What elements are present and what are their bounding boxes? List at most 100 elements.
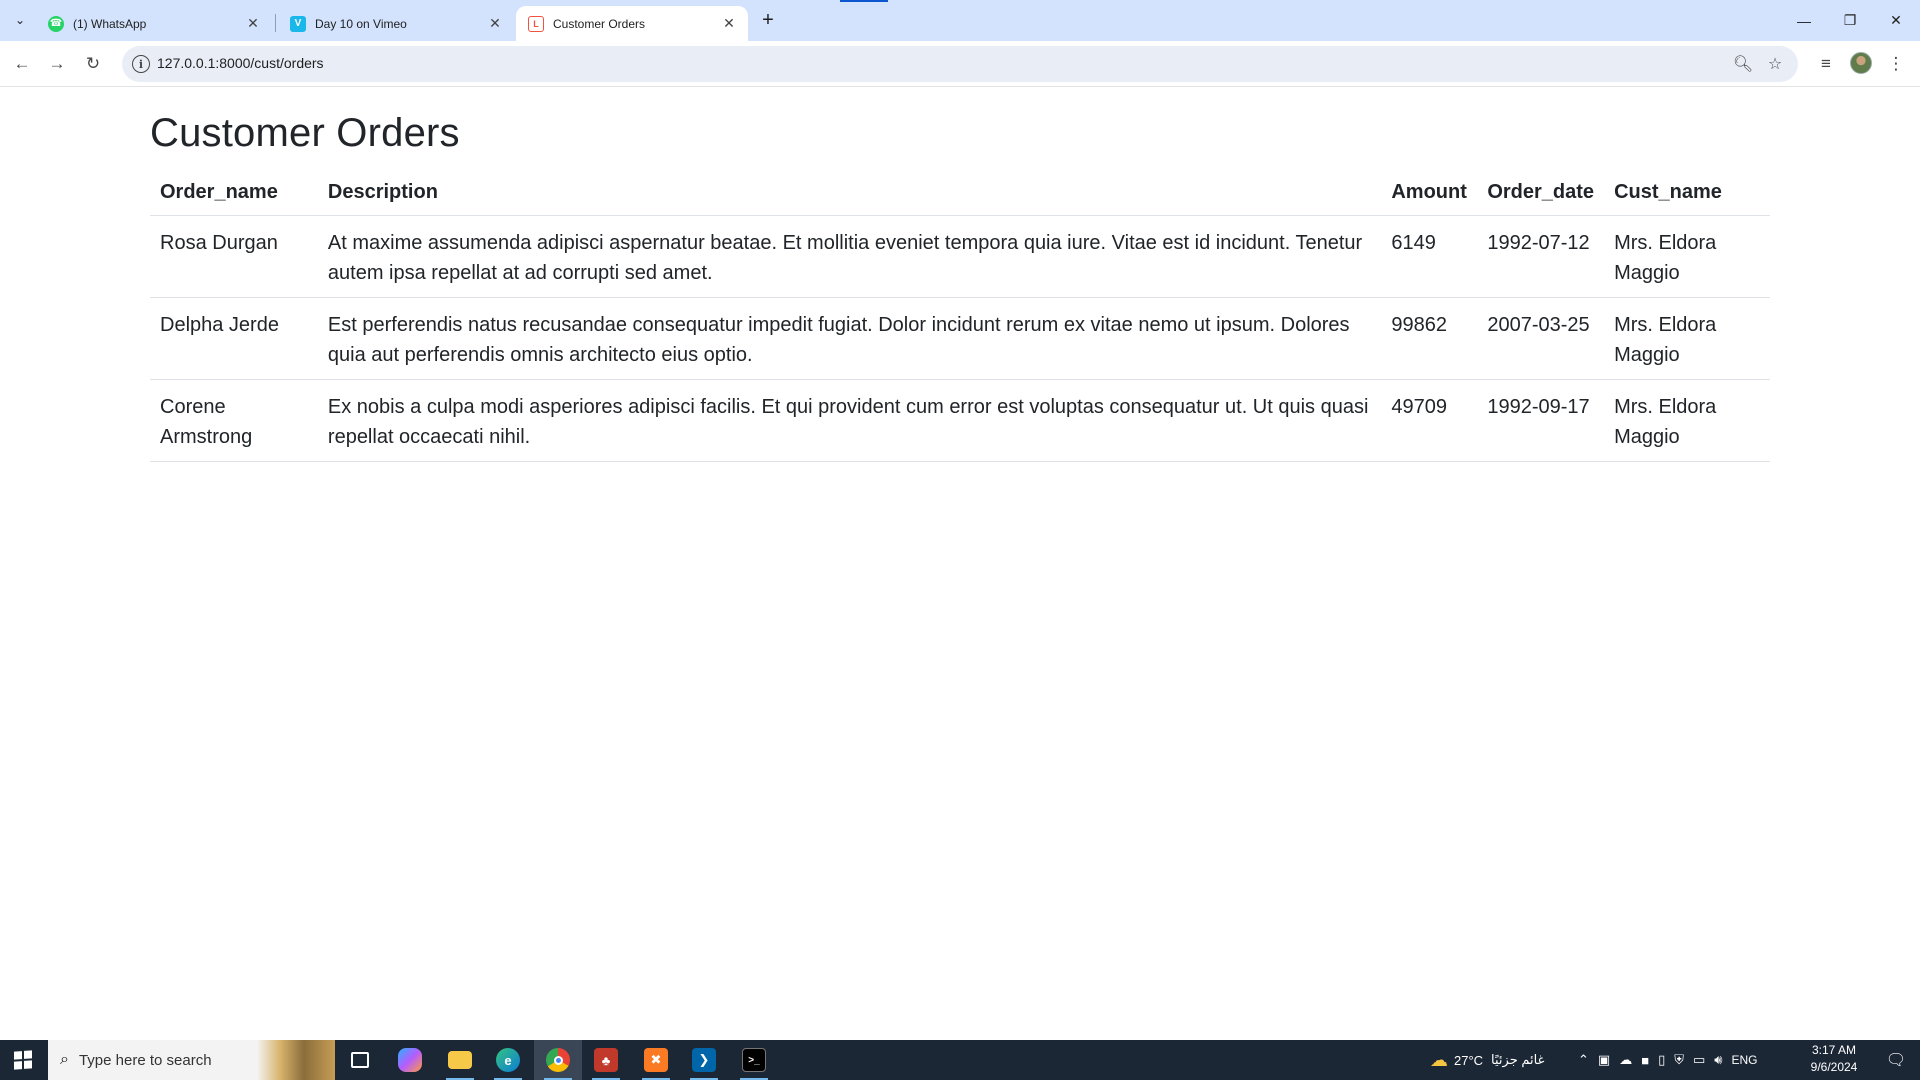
chevron-down-icon: ⌄ — [14, 13, 26, 27]
notifications-button[interactable]: 🗨︎ — [1872, 1040, 1920, 1080]
loading-indicator — [840, 0, 888, 2]
tab-separator — [275, 14, 276, 32]
plus-icon: + — [762, 8, 774, 31]
cell-order-name: Corene Armstrong — [150, 379, 318, 462]
reload-icon: ↻ — [85, 54, 101, 73]
address-bar[interactable]: i 127.0.0.1:8000/cust/orders 🔍︎ ☆ — [122, 46, 1798, 82]
weather-widget[interactable]: ☁ 27°C غائم جزئيًا — [1430, 1040, 1544, 1080]
search-highlight-image — [257, 1040, 335, 1080]
vimeo-icon: V — [290, 15, 306, 32]
laravel-icon: L — [528, 15, 544, 32]
file-explorer-button[interactable] — [436, 1040, 484, 1080]
page-content: Customer Orders Order_name Description A… — [150, 87, 1770, 462]
tab-title: Day 10 on Vimeo — [315, 16, 407, 31]
table-row: Delpha Jerde Est perferendis natus recus… — [150, 297, 1770, 380]
url-text[interactable]: 127.0.0.1:8000/cust/orders — [157, 55, 324, 71]
windows-logo-icon — [14, 1050, 32, 1070]
weather-text: غائم جزئيًا — [1491, 1052, 1545, 1067]
terminal-icon: >_ — [742, 1048, 766, 1072]
cell-cust-name: Mrs. Eldora Maggio — [1604, 379, 1770, 462]
minimize-button[interactable]: — — [1781, 0, 1827, 41]
column-header-amount: Amount — [1381, 169, 1478, 216]
profile-avatar[interactable] — [1850, 52, 1872, 74]
start-button[interactable] — [0, 1040, 46, 1080]
weather-temp: 27°C — [1454, 1052, 1484, 1068]
copilot-icon — [398, 1048, 422, 1072]
xampp-button[interactable]: ✖ — [632, 1040, 680, 1080]
edge-icon: e — [496, 1048, 520, 1072]
cell-amount: 99862 — [1381, 297, 1478, 380]
forward-button[interactable]: → — [41, 48, 73, 80]
menu-button[interactable]: ⋮ — [1880, 48, 1912, 80]
copilot-button[interactable] — [386, 1040, 434, 1080]
weather-icon: ☁ — [1430, 1049, 1448, 1070]
task-view-icon — [351, 1052, 369, 1068]
onedrive-icon[interactable]: ☁ — [1619, 1052, 1632, 1068]
column-header-order-name: Order_name — [150, 169, 318, 216]
edge-button[interactable]: e — [484, 1040, 532, 1080]
chrome-button[interactable] — [534, 1040, 582, 1080]
terminal-button[interactable]: >_ — [730, 1040, 778, 1080]
network-icon[interactable]: ▭ — [1693, 1052, 1705, 1068]
new-tab-button[interactable]: + — [756, 8, 780, 32]
taskbar-clock[interactable]: 3:17 AM 9/6/2024 — [1800, 1042, 1868, 1078]
tab-whatsapp[interactable]: ☎ (1) WhatsApp ✕ — [36, 6, 272, 41]
tab-strip: ⌄ ☎ (1) WhatsApp ✕ V Day 10 on Vimeo ✕ L… — [0, 0, 1920, 41]
clock-date: 9/6/2024 — [1810, 1060, 1858, 1074]
close-icon: ✕ — [1890, 12, 1902, 28]
vscode-icon: ❯ — [692, 1048, 716, 1072]
table-header-row: Order_name Description Amount Order_date… — [150, 169, 1770, 216]
folder-icon — [448, 1051, 472, 1069]
notification-icon: 🗨︎ — [1885, 1052, 1907, 1069]
column-header-description: Description — [317, 169, 1382, 216]
clock-time: 3:17 AM — [1811, 1043, 1857, 1057]
meet-icon[interactable]: ▣ — [1598, 1052, 1610, 1068]
vscode-button[interactable]: ❯ — [680, 1040, 728, 1080]
bookmark-star-icon[interactable]: ☆ — [1764, 53, 1786, 75]
app-icon: ♣ — [594, 1048, 618, 1072]
task-view-button[interactable] — [336, 1040, 384, 1080]
minimize-icon: — — [1797, 12, 1811, 29]
close-icon[interactable]: ✕ — [720, 15, 738, 33]
close-icon[interactable]: ✕ — [244, 15, 262, 33]
table-row: Corene Armstrong Ex nobis a culpa modi a… — [150, 379, 1770, 462]
close-window-button[interactable]: ✕ — [1873, 0, 1919, 41]
language-indicator[interactable]: ENG — [1731, 1053, 1757, 1067]
restore-button[interactable]: ❐ — [1827, 0, 1873, 41]
cell-order-date: 1992-09-17 — [1477, 379, 1605, 462]
cell-amount: 6149 — [1381, 215, 1478, 298]
search-placeholder: Type here to search — [78, 1051, 212, 1069]
reload-button[interactable]: ↻ — [77, 48, 109, 80]
page-title: Customer Orders — [150, 111, 460, 155]
playlist-icon: ≡ — [1821, 54, 1831, 73]
tab-title: Customer Orders — [553, 16, 646, 31]
browser-toolbar: ← → ↻ i 127.0.0.1:8000/cust/orders 🔍︎ ☆ … — [0, 41, 1920, 87]
cell-order-name: Rosa Durgan — [150, 215, 318, 298]
media-controls-button[interactable]: ≡ — [1810, 48, 1842, 80]
volume-icon[interactable]: 🔊︎ — [1714, 1052, 1722, 1068]
search-icon: ⌕ — [60, 1051, 69, 1068]
usb-icon[interactable]: ▯ — [1658, 1052, 1665, 1068]
cell-cust-name: Mrs. Eldora Maggio — [1604, 297, 1770, 380]
app-tray-icon[interactable]: ■ — [1641, 1053, 1649, 1068]
cell-order-date: 2007-03-25 — [1477, 297, 1605, 380]
taskbar-search-box[interactable]: ⌕ Type here to search — [48, 1040, 335, 1080]
cell-amount: 49709 — [1381, 379, 1478, 462]
cell-description: At maxime assumenda adipisci aspernatur … — [317, 215, 1382, 298]
tab-vimeo[interactable]: V Day 10 on Vimeo ✕ — [278, 6, 514, 41]
chrome-icon — [546, 1048, 570, 1072]
tab-customer-orders[interactable]: L Customer Orders ✕ — [516, 6, 748, 41]
security-icon[interactable]: ⛨ — [1674, 1052, 1684, 1068]
back-button[interactable]: ← — [6, 48, 38, 80]
orders-table: Order_name Description Amount Order_date… — [150, 169, 1770, 462]
zoom-icon[interactable]: 🔍︎ — [1732, 53, 1754, 75]
app-red-button[interactable]: ♣ — [582, 1040, 630, 1080]
chevron-up-icon[interactable]: ⌃ — [1578, 1052, 1589, 1068]
tab-search-button[interactable]: ⌄ — [8, 8, 32, 32]
cell-description: Ex nobis a culpa modi asperiores adipisc… — [317, 379, 1382, 462]
close-icon[interactable]: ✕ — [486, 15, 504, 33]
info-icon[interactable]: i — [132, 55, 150, 73]
cell-order-date: 1992-07-12 — [1477, 215, 1605, 298]
column-header-order-date: Order_date — [1477, 169, 1605, 216]
xampp-icon: ✖ — [644, 1048, 668, 1072]
